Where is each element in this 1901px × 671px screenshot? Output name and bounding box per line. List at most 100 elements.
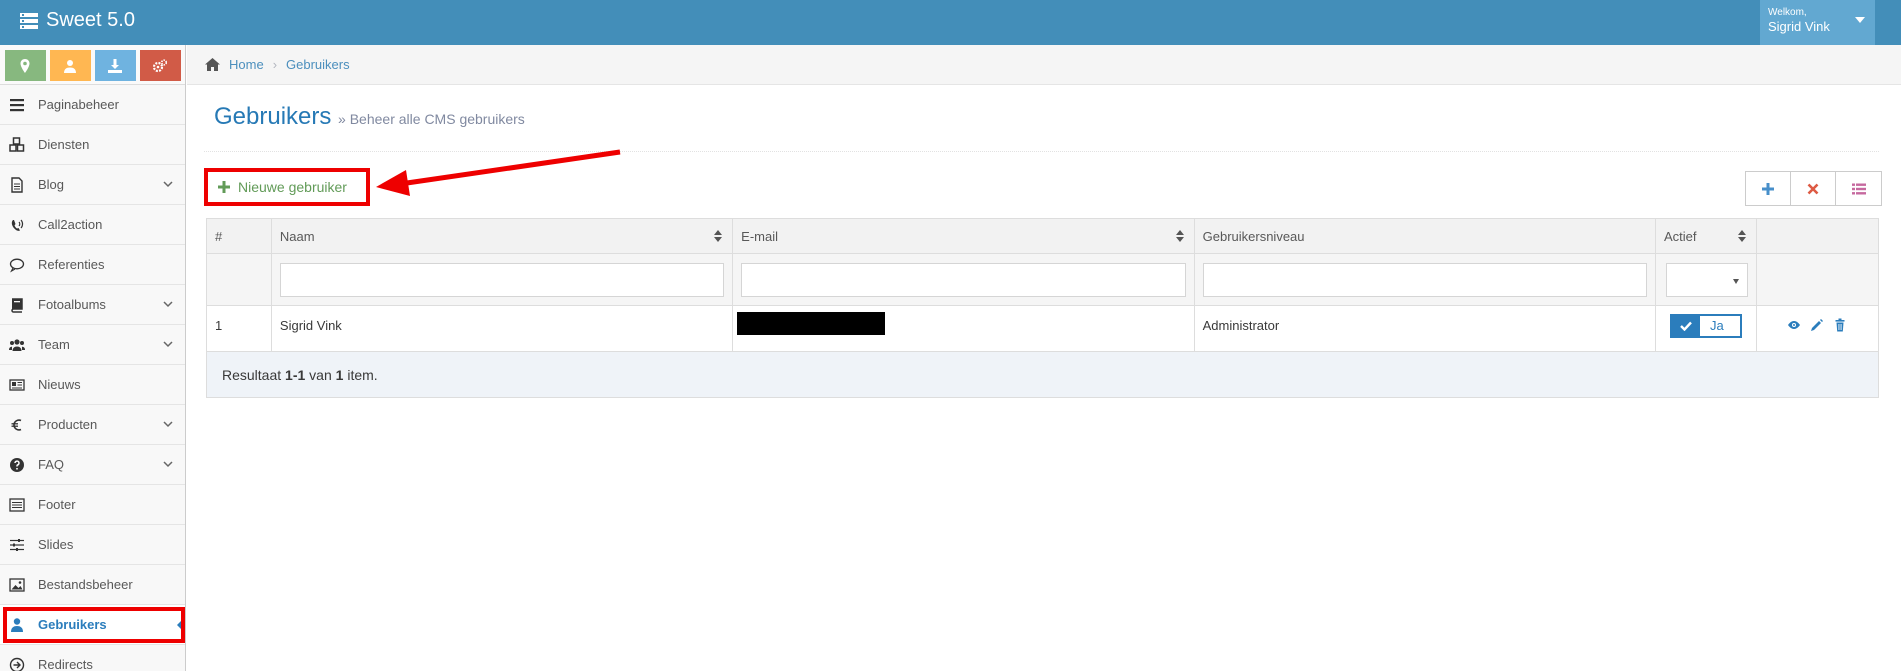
sidebar-item-label: Bestandsbeheer [38, 577, 133, 592]
sidebar-item-footer[interactable]: Footer [0, 485, 185, 525]
page-title: Gebruikers » Beheer alle CMS gebruikers [214, 103, 525, 131]
sidebar-item-call2action[interactable]: Call2action [0, 205, 185, 245]
pencil-icon[interactable] [1810, 318, 1824, 332]
filter-cell-level [1193, 253, 1657, 306]
sidebar-shortcuts [0, 45, 185, 85]
users-icon [8, 336, 26, 354]
sidebar-item-redirects[interactable]: Redirects [0, 645, 185, 671]
filter-level-input[interactable] [1202, 262, 1648, 297]
cubes-icon [8, 136, 26, 154]
cell-name: Sigrid Vink [270, 305, 734, 352]
eye-icon[interactable] [1787, 318, 1801, 332]
add-row-button[interactable] [1746, 172, 1791, 205]
shortcut-cogs-button[interactable] [139, 50, 181, 81]
column-header-actief[interactable]: Actief [1655, 218, 1758, 254]
cell-number: 1 [206, 305, 272, 352]
column-header-label: E-mail [741, 228, 779, 244]
filter-email-input[interactable] [741, 262, 1186, 297]
sidebar-item-slides[interactable]: Slides [0, 525, 185, 565]
sidebar-item-blog[interactable]: Blog [0, 165, 185, 205]
column-header-naam[interactable]: Naam [270, 218, 734, 254]
filter-cell-email [732, 253, 1195, 306]
arrow-circle-right-icon [8, 656, 26, 671]
sidebar-item-label: Gebruikers [38, 617, 107, 632]
toggle-label: Ja [1710, 318, 1724, 333]
file-text-icon [8, 176, 26, 194]
chevron-down-icon [163, 341, 173, 348]
download-icon [108, 58, 122, 73]
breadcrumb: Home › Gebruikers [187, 45, 1901, 85]
map-marker-icon [20, 58, 30, 73]
sidebar-item-label: Producten [38, 417, 98, 432]
result-mid: van [305, 366, 336, 383]
bars-icon [8, 96, 26, 114]
cogs-icon [153, 58, 167, 72]
column-toggle-button[interactable] [1836, 172, 1881, 205]
sidebar-item-nieuws[interactable]: Nieuws [0, 365, 185, 405]
brand[interactable]: Sweet 5.0 [20, 9, 135, 32]
users-table: # Naam E-mail Gebruikersniveau Actief 1 … [206, 218, 1879, 398]
euro-icon [8, 416, 26, 434]
sidebar-item-label: Call2action [38, 217, 103, 232]
app-title: Sweet 5.0 [46, 9, 135, 31]
sidebar-item-gebruikers[interactable]: Gebruikers [0, 605, 185, 645]
sidebar-item-referenties[interactable]: Referenties [0, 245, 185, 285]
check-icon [1680, 321, 1692, 331]
shortcut-download-button[interactable] [94, 50, 136, 81]
trash-icon[interactable] [1833, 318, 1847, 332]
user-menu[interactable]: Welkom, Sigrid Vink [1760, 0, 1875, 45]
caret-down-icon [1855, 17, 1865, 23]
sidebar-item-fotoalbums[interactable]: Fotoalbums [0, 285, 185, 325]
shortcut-user-button[interactable] [49, 50, 91, 81]
sidebar-item-label: Paginabeheer [38, 97, 119, 112]
sidebar-item-label: Nieuws [38, 377, 81, 392]
filter-naam-input[interactable] [279, 262, 725, 297]
sidebar-item-label: FAQ [38, 457, 65, 472]
new-user-button[interactable]: Nieuwe gebruiker [204, 168, 370, 206]
sidebar: Paginabeheer Diensten Blog Call2action R… [0, 45, 186, 671]
sidebar-item-label: Slides [38, 537, 74, 552]
table-row: 1 Sigrid Vink Administrator Ja [206, 305, 1879, 352]
plus-icon [1762, 182, 1774, 195]
filter-cell-naam [270, 253, 734, 306]
user-icon [8, 616, 26, 634]
annotation-highlight-box [204, 168, 370, 206]
breadcrumb-home-link[interactable]: Home [229, 57, 264, 72]
sidebar-item-paginabeheer[interactable]: Paginabeheer [0, 85, 185, 125]
shortcut-map-button[interactable] [4, 50, 46, 81]
list-alt-icon [8, 496, 26, 514]
chevron-down-icon [163, 301, 173, 308]
cell-email [732, 305, 1195, 352]
sidebar-item-bestandsbeheer[interactable]: Bestandsbeheer [0, 565, 185, 605]
sidebar-item-label: Blog [38, 177, 65, 192]
column-header-email[interactable]: E-mail [732, 218, 1195, 254]
clear-filter-button[interactable] [1791, 172, 1836, 205]
table-filter-row [206, 253, 1879, 306]
sidebar-item-team[interactable]: Team [0, 325, 185, 365]
top-navbar: Sweet 5.0 Welkom, Sigrid Vink [0, 0, 1901, 45]
column-header-actions [1756, 218, 1879, 254]
sort-icon [1738, 230, 1747, 242]
cell-actions [1756, 305, 1879, 352]
server-icon [20, 12, 38, 29]
caret-down-icon [1733, 278, 1740, 284]
table-header-row: # Naam E-mail Gebruikersniveau Actief [206, 218, 1879, 254]
page-subtitle: » Beheer alle CMS gebruikers [338, 111, 525, 127]
sidebar-item-diensten[interactable]: Diensten [0, 125, 185, 165]
sidebar-item-label: Footer [38, 497, 76, 512]
sidebar-item-producten[interactable]: Producten [0, 405, 185, 445]
comment-icon [8, 256, 26, 274]
column-header-label: Naam [279, 228, 315, 244]
filter-actief-select[interactable] [1666, 262, 1749, 297]
list-icon [1851, 183, 1866, 194]
newspaper-icon [8, 376, 26, 394]
result-prefix: Resultaat [222, 366, 286, 383]
sidebar-item-label: Team [38, 337, 70, 352]
sidebar-item-faq[interactable]: FAQ [0, 445, 185, 485]
breadcrumb-current-link[interactable]: Gebruikers [286, 57, 350, 72]
filter-cell-actief [1655, 253, 1758, 306]
welcome-text: Welkom, [1768, 7, 1807, 18]
filter-cell-empty [206, 253, 272, 306]
table-toolbar [1745, 171, 1882, 206]
active-toggle[interactable]: Ja [1670, 314, 1743, 338]
